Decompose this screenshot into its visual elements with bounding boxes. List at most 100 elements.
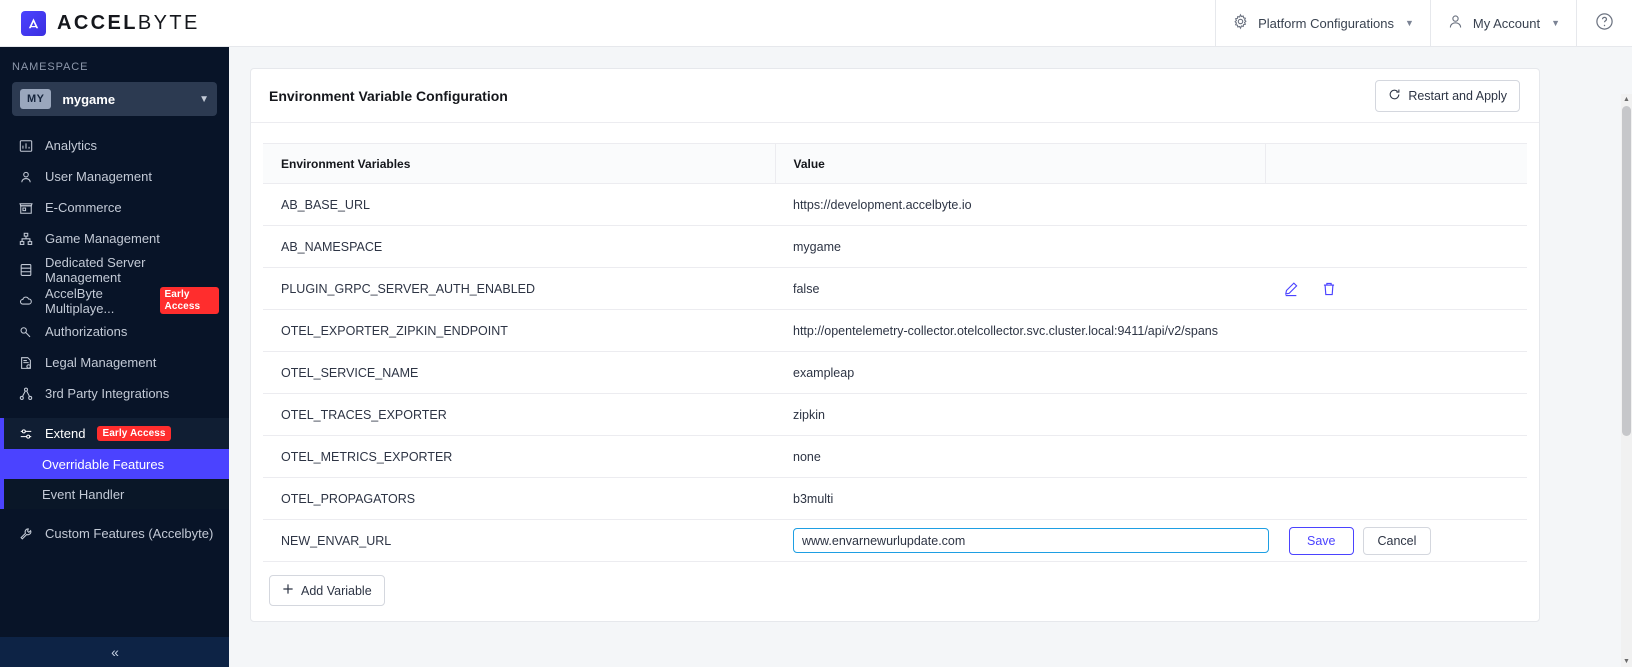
table-row: AB_BASE_URL https://development.accelbyt… xyxy=(263,183,1527,226)
cell-variable-value: b3multi xyxy=(775,477,1265,520)
table-row: OTEL_TRACES_EXPORTER zipkin xyxy=(263,393,1527,436)
table-row: OTEL_METRICS_EXPORTER none xyxy=(263,435,1527,478)
restart-and-apply-button[interactable]: Restart and Apply xyxy=(1375,79,1520,112)
help-button[interactable] xyxy=(1576,0,1632,47)
cell-actions xyxy=(1265,309,1527,352)
user-icon xyxy=(1447,13,1464,33)
namespace-value: mygame xyxy=(62,91,116,107)
platform-configurations-menu[interactable]: Platform Configurations ▼ xyxy=(1215,0,1430,47)
scroll-down-arrow[interactable]: ▼ xyxy=(1621,656,1632,667)
early-access-badge: Early Access xyxy=(97,425,171,442)
namespace-selector[interactable]: MY mygame ▼ xyxy=(12,82,217,116)
table-row: AB_NAMESPACE mygame xyxy=(263,225,1527,268)
column-header-actions xyxy=(1264,143,1527,184)
plus-icon xyxy=(282,583,294,598)
share-nodes-icon xyxy=(18,386,33,401)
column-header-value: Value xyxy=(774,143,1265,184)
brand-text: ACCELBYTE xyxy=(57,12,200,35)
sidebar-label: Dedicated Server Management xyxy=(45,254,146,285)
sidebar-label: Legal Management xyxy=(45,355,157,370)
sidebar-item-game-management[interactable]: Game Management xyxy=(0,223,229,254)
brand-logo[interactable]: ACCELBYTE xyxy=(0,10,200,36)
cell-edit-actions: Save Cancel xyxy=(1265,519,1527,562)
sidebar-item-dedicated-server-management[interactable]: Dedicated Server Management xyxy=(0,254,229,285)
cell-variable-value: false xyxy=(775,267,1265,310)
sidebar-label: Extend xyxy=(45,426,86,441)
env-var-card: Environment Variable Configuration Resta… xyxy=(250,68,1540,622)
sidebar-item-extend[interactable]: Extend Early Access xyxy=(0,418,229,449)
sidebar-collapse-button[interactable]: « xyxy=(0,637,229,667)
store-icon xyxy=(18,200,33,215)
cell-variable-value: zipkin xyxy=(775,393,1265,436)
trash-icon[interactable] xyxy=(1321,281,1337,297)
sidebar-item-accelbyte-multiplayer[interactable]: AccelByte Multiplaye... Early Access xyxy=(0,285,229,316)
sidebar-label: User Management xyxy=(45,169,152,184)
cell-actions xyxy=(1265,183,1527,226)
cell-actions xyxy=(1265,393,1527,436)
cell-variable-name: OTEL_TRACES_EXPORTER xyxy=(263,393,775,436)
scroll-thumb[interactable] xyxy=(1622,106,1631,436)
sidebar: NAMESPACE MY mygame ▼ Analytics User Man… xyxy=(0,47,229,667)
add-variable-label: Add Variable xyxy=(301,583,372,598)
server-icon xyxy=(18,262,33,277)
cell-variable-name: OTEL_SERVICE_NAME xyxy=(263,351,775,394)
sidebar-item-authorizations[interactable]: Authorizations xyxy=(0,316,229,347)
scroll-up-arrow[interactable]: ▲ xyxy=(1621,94,1632,105)
cell-variable-name: OTEL_PROPAGATORS xyxy=(263,477,775,520)
top-bar-actions: Platform Configurations ▼ My Account ▼ xyxy=(1215,0,1632,47)
bar-chart-icon xyxy=(18,138,33,153)
cancel-button[interactable]: Cancel xyxy=(1362,526,1432,555)
sidebar-label: Game Management xyxy=(45,231,160,246)
page-scrollbar[interactable]: ▲ ▼ xyxy=(1621,94,1632,667)
table-row: OTEL_SERVICE_NAME exampleap xyxy=(263,351,1527,394)
sidebar-label: Analytics xyxy=(45,138,98,153)
save-button[interactable]: Save xyxy=(1289,526,1354,555)
sidebar-item-event-handler[interactable]: Event Handler xyxy=(0,479,229,509)
document-icon xyxy=(18,355,33,370)
cell-variable-value: none xyxy=(775,435,1265,478)
cell-variable-value: mygame xyxy=(775,225,1265,268)
cell-variable-value: https://development.accelbyte.io xyxy=(775,183,1265,226)
table-head: Environment Variables Value xyxy=(263,143,1527,184)
refresh-icon xyxy=(1388,88,1401,104)
card-footer: Add Variable xyxy=(263,562,1527,621)
help-circle-icon xyxy=(1595,12,1614,34)
value-input[interactable] xyxy=(793,528,1269,553)
sidebar-label: E-Commerce xyxy=(45,200,122,215)
sidebar-label: Authorizations xyxy=(45,324,128,339)
my-account-menu[interactable]: My Account ▼ xyxy=(1429,0,1576,47)
cell-actions xyxy=(1265,477,1527,520)
sidebar-item-user-management[interactable]: User Management xyxy=(0,161,229,192)
cell-variable-value-edit xyxy=(775,519,1269,562)
sidebar-item-3rd-party-integrations[interactable]: 3rd Party Integrations xyxy=(0,378,229,409)
sidebar-item-overridable-features[interactable]: Overridable Features xyxy=(0,449,229,479)
card-body: Environment Variables Value AB_BASE_URL … xyxy=(251,123,1539,621)
sidebar-sublabel: Event Handler xyxy=(42,486,125,502)
sidebar-subnav-extend: Overridable Features Event Handler xyxy=(0,449,229,509)
sidebar-item-analytics[interactable]: Analytics xyxy=(0,130,229,161)
column-header-name: Environment Variables xyxy=(263,143,775,184)
cell-variable-name: OTEL_EXPORTER_ZIPKIN_ENDPOINT xyxy=(263,309,775,352)
brand-text-bold: ACCEL xyxy=(57,11,138,34)
cell-variable-name: AB_BASE_URL xyxy=(263,183,775,226)
cell-actions xyxy=(1265,435,1527,478)
user-icon xyxy=(18,169,33,184)
cloud-icon xyxy=(18,293,33,308)
page-body: NAMESPACE MY mygame ▼ Analytics User Man… xyxy=(0,47,1632,667)
sidebar-item-e-commerce[interactable]: E-Commerce xyxy=(0,192,229,223)
sliders-icon xyxy=(18,426,33,441)
pencil-icon[interactable] xyxy=(1283,281,1299,297)
main-content: Environment Variable Configuration Resta… xyxy=(229,47,1632,667)
accelbyte-logo-icon xyxy=(21,10,46,36)
chevron-down-icon: ▼ xyxy=(1404,18,1414,28)
gear-icon xyxy=(1232,13,1249,33)
sidebar-item-legal-management[interactable]: Legal Management xyxy=(0,347,229,378)
cell-actions xyxy=(1265,225,1527,268)
table-row: PLUGIN_GRPC_SERVER_AUTH_ENABLED false xyxy=(263,267,1527,310)
page-title: Environment Variable Configuration xyxy=(269,87,508,104)
add-variable-button[interactable]: Add Variable xyxy=(269,575,385,606)
cell-actions xyxy=(1265,267,1527,310)
sidebar-item-custom-features[interactable]: Custom Features (Accelbyte) xyxy=(0,518,229,549)
